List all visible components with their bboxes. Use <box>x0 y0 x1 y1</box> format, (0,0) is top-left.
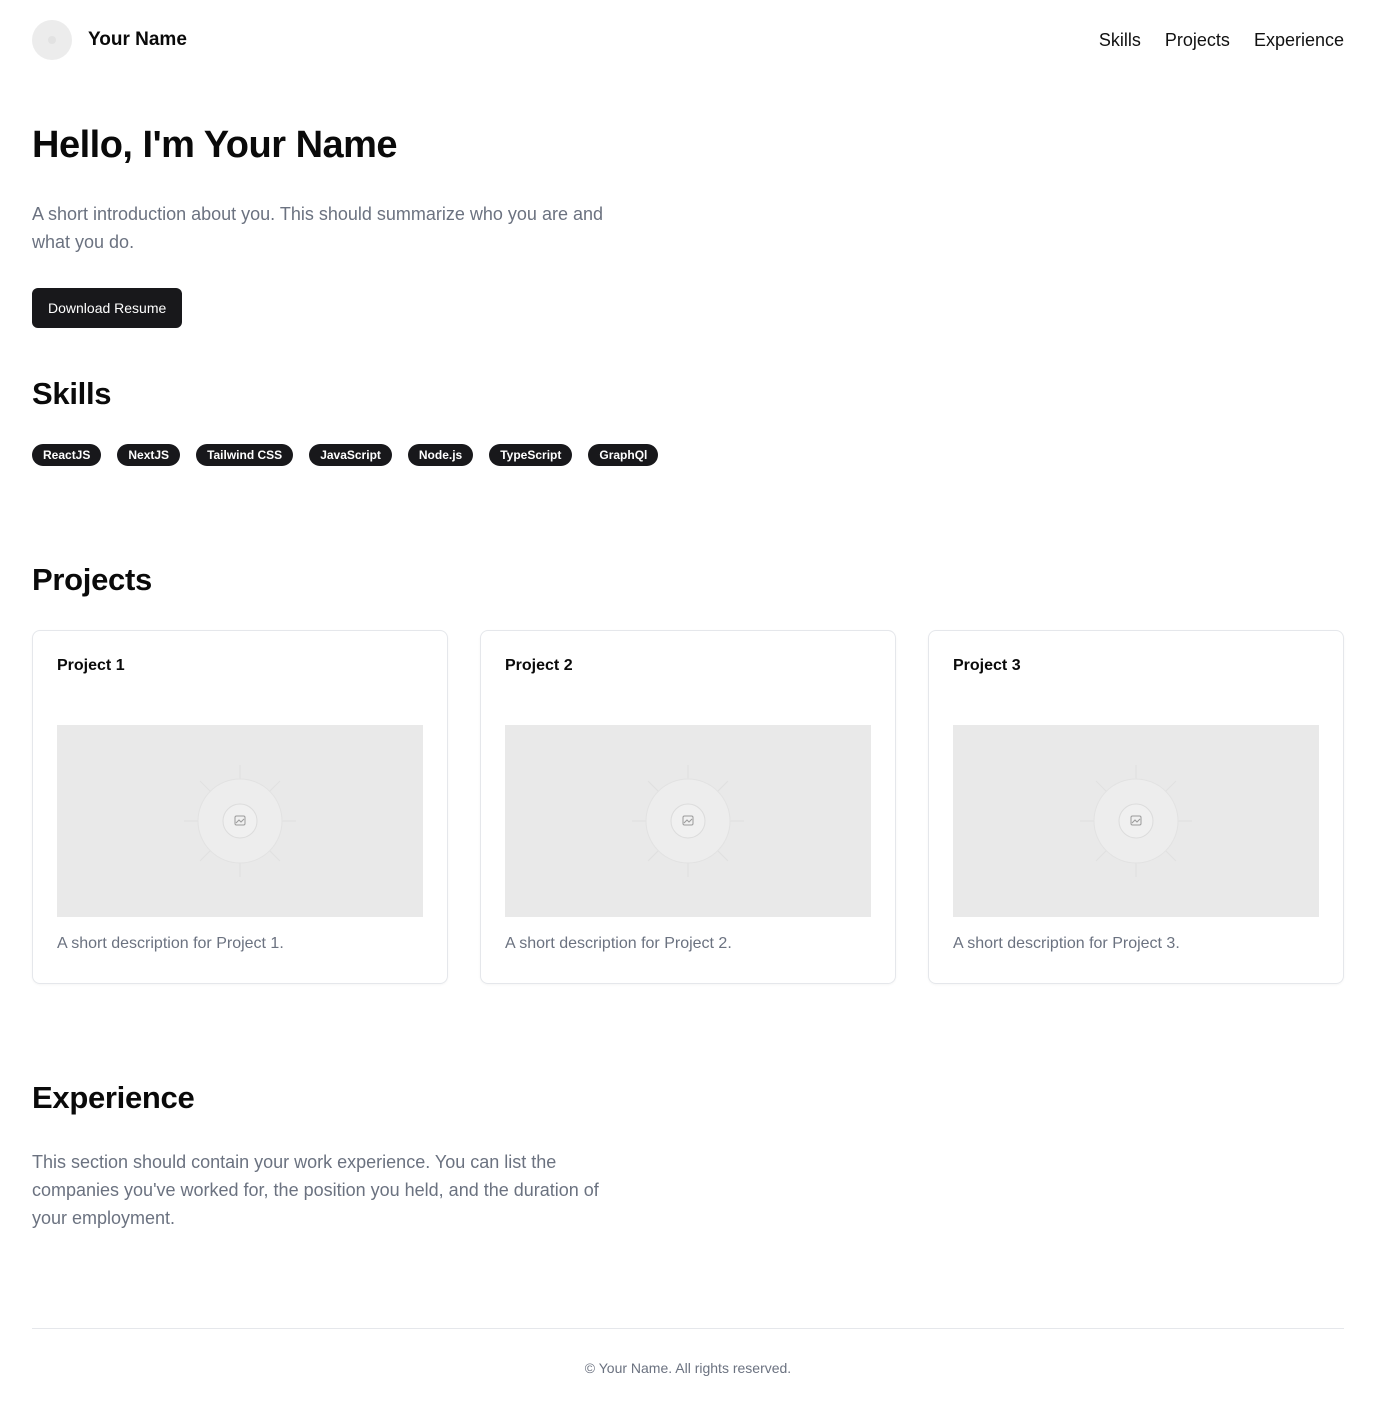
skill-badge: GraphQl <box>588 444 659 466</box>
project-description: A short description for Project 2. <box>505 935 732 952</box>
project-title: Project 1 <box>57 657 125 674</box>
hero-title: Hello, I'm Your Name <box>32 124 398 166</box>
download-resume-button[interactable]: Download Resume <box>32 288 183 328</box>
hero-intro: A short introduction about you. This sho… <box>32 204 603 252</box>
experience-text: This section should contain your work ex… <box>32 1152 599 1228</box>
skills-title: Skills <box>32 376 112 411</box>
project-image <box>505 725 871 917</box>
skill-badge: Tailwind CSS <box>196 444 294 466</box>
project-image <box>953 725 1319 917</box>
footer-text: © Your Name. All rights reserved. <box>584 1360 792 1376</box>
nav-link-experience[interactable]: Experience <box>1254 30 1344 51</box>
skill-badge: NextJS <box>117 444 181 466</box>
project-title: Project 3 <box>953 657 1021 674</box>
brand-name: Your Name <box>88 29 187 50</box>
project-card[interactable]: Project 1 A short description for Projec… <box>32 630 448 984</box>
avatar <box>32 20 72 60</box>
project-description: A short description for Project 1. <box>57 935 284 952</box>
experience-title: Experience <box>32 1080 195 1115</box>
project-image <box>57 725 423 917</box>
image-placeholder-icon <box>632 765 744 877</box>
skill-badge: ReactJS <box>32 444 102 466</box>
projects-grid: Project 1 A short description for Projec… <box>32 630 1344 984</box>
project-card[interactable]: Project 2 A short description for Projec… <box>480 630 896 984</box>
nav-link-projects[interactable]: Projects <box>1165 30 1230 51</box>
skill-badge: JavaScript <box>309 444 392 466</box>
project-title: Project 2 <box>505 657 573 674</box>
skill-badge: Node.js <box>407 444 474 466</box>
image-placeholder-icon <box>184 765 296 877</box>
site-header: Your Name Skills Projects Experience <box>32 20 1344 60</box>
skill-badge: TypeScript <box>489 444 573 466</box>
project-description: A short description for Project 3. <box>953 935 1180 952</box>
footer-divider <box>32 1328 1344 1329</box>
brand[interactable]: Your Name <box>32 20 187 60</box>
project-card[interactable]: Project 3 A short description for Projec… <box>928 630 1344 984</box>
main-nav: Skills Projects Experience <box>1099 30 1344 51</box>
image-placeholder-icon <box>1080 765 1192 877</box>
projects-title: Projects <box>32 562 152 597</box>
nav-link-skills[interactable]: Skills <box>1099 30 1141 51</box>
skills-list: ReactJS NextJS Tailwind CSS JavaScript N… <box>32 444 659 466</box>
